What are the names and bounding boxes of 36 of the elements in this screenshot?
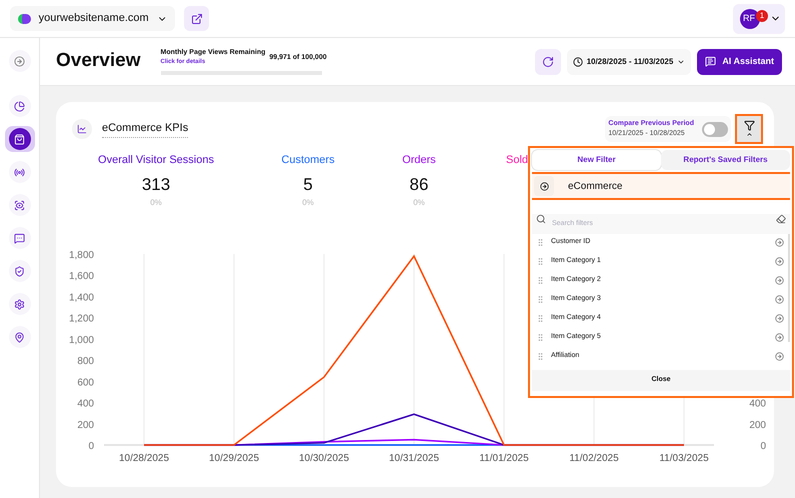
kpi-change: 0% [413,197,425,209]
site-name: yourwebsitename.com [38,11,149,26]
kpi-change: 0% [302,197,314,209]
axis-label: 11/02/2025 [569,453,619,464]
axis-label: 1,000 [68,334,94,346]
kpi-value: 313 [142,174,170,196]
kpi-label: Orders [402,153,436,168]
kpi-value: 5 [303,174,313,196]
axis-label: 10/28/2025 [118,453,170,464]
axis-label: 1,200 [68,314,94,325]
axis-label: 200 [749,420,766,431]
axis-label: 1,400 [68,292,94,304]
axis-label: 600 [77,377,94,388]
axis-label: 0 [88,441,94,452]
axis-label: 10/31/2025 [388,453,440,464]
page-title: Overview [56,49,140,74]
axis-label: 400 [77,398,94,410]
kpi-change: 0% [150,197,162,209]
kpi-label: Sold [506,153,528,168]
card-title: eCommerce KPIs [102,120,188,138]
axis-label: 1,600 [68,271,94,282]
axis-label: 400 [749,398,766,410]
axis-label: 1,800 [68,250,94,261]
axis-label: 11/03/2025 [659,453,709,464]
category-name: eCommerce [568,180,622,194]
axis-label: 0 [760,441,766,452]
axis-label: 800 [77,356,94,368]
axis-label: 200 [77,420,94,431]
avatar: RF [740,8,760,28]
axis-label: 10/29/2025 [208,453,260,464]
axis-label: 11/01/2025 [479,453,529,464]
kpi-label: Customers [281,153,335,168]
axis-label: 10/30/2025 [298,453,350,464]
kpi-value: 86 [410,174,428,196]
kpi-label: Overall Visitor Sessions [98,153,214,168]
notification-badge: 1 [756,10,768,22]
